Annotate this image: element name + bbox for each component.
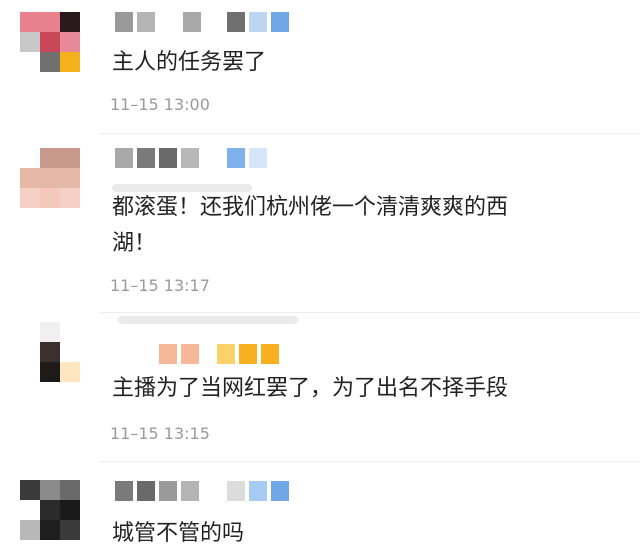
timestamp: 11–15 13:15 [110,424,210,443]
username[interactable] [115,344,279,364]
comment-text: 城管不管的吗 [112,521,245,546]
divider [100,461,640,462]
comment-text-continued: 湖！ [112,231,157,256]
avatar[interactable] [20,148,80,208]
divider [100,133,640,134]
avatar[interactable] [20,480,80,540]
comment-text: 主播为了当网红罢了，为了出名不择手段 [112,376,509,401]
comment-text: 都滚蛋！还我们杭州佬一个清清爽爽的西 [112,195,509,220]
avatar[interactable] [20,12,80,72]
comment-text: 主人的任务罢了 [112,50,267,75]
username[interactable] [115,148,267,168]
username[interactable] [115,12,289,32]
blurred-line [118,316,298,324]
timestamp: 11–15 13:00 [110,95,210,114]
avatar[interactable] [20,322,80,382]
divider [100,312,640,313]
username[interactable] [115,481,289,501]
blurred-line [112,184,252,192]
timestamp: 11–15 13:17 [110,276,210,295]
